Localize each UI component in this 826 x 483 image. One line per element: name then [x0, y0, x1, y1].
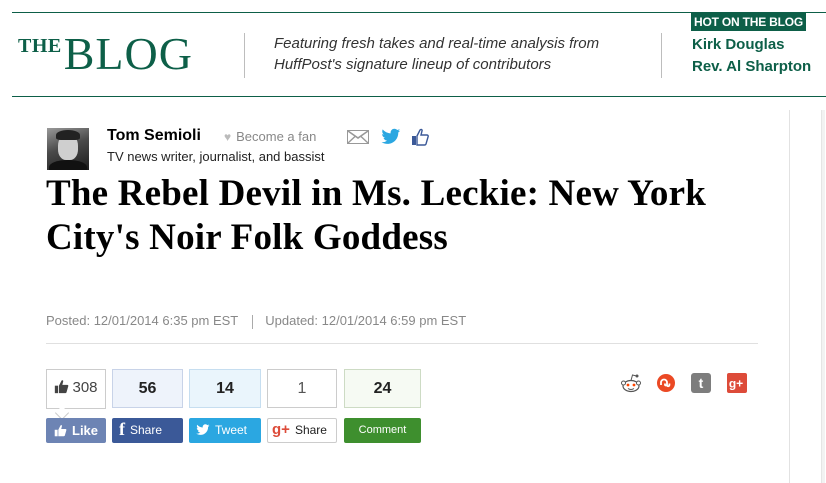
twitter-share-count: 14	[189, 369, 261, 408]
facebook-share-label: Share	[130, 423, 163, 437]
hot-link-al-sharpton[interactable]: Rev. Al Sharpton	[692, 58, 811, 75]
facebook-share-count: 56	[112, 369, 183, 408]
reddit-icon[interactable]	[620, 372, 642, 394]
gplus-share-count: 1	[267, 369, 337, 408]
become-fan-link[interactable]: ♥ Become a fan	[224, 129, 316, 144]
blog-logo[interactable]: THEBLOG	[18, 31, 193, 77]
gplus-share-button[interactable]: g+ Share	[267, 418, 337, 443]
logo-blog: BLOG	[63, 28, 193, 79]
like-count: 308	[46, 369, 106, 409]
comment-count: 24	[344, 369, 421, 408]
tumblr-icon[interactable]: t	[690, 372, 712, 394]
like-count-value: 308	[72, 379, 98, 396]
hot-label: HOT ON THE BLOG	[691, 13, 806, 31]
section-divider	[46, 343, 758, 344]
hot-link-kirk-douglas[interactable]: Kirk Douglas	[692, 36, 811, 53]
page-scrollbar[interactable]	[821, 110, 825, 483]
stumbleupon-icon[interactable]	[655, 372, 677, 394]
like-button[interactable]: Like	[46, 418, 106, 443]
google-plus-icon[interactable]: g+	[726, 372, 748, 394]
header-divider	[244, 33, 245, 78]
svg-text:t: t	[699, 375, 704, 391]
facebook-like-icon[interactable]	[411, 128, 429, 146]
author-bio: TV news writer, journalist, and bassist	[107, 149, 325, 164]
header-tagline: Featuring fresh takes and real-time anal…	[274, 35, 600, 73]
gplus-share-label: Share	[294, 423, 327, 437]
comment-button[interactable]: Comment	[344, 418, 421, 443]
tweet-button[interactable]: Tweet	[189, 418, 261, 443]
email-icon[interactable]	[347, 130, 369, 144]
facebook-share-button[interactable]: f Share	[112, 418, 183, 443]
like-button-label: Like	[72, 423, 99, 438]
posted-date: Posted: 12/01/2014 6:35 pm EST	[46, 313, 239, 328]
heart-icon: ♥	[224, 130, 232, 144]
blog-header: THEBLOG Featuring fresh takes and real-t…	[12, 12, 826, 97]
svg-text:g+: g+	[729, 377, 743, 391]
logo-the: THE	[18, 35, 62, 57]
twitter-icon[interactable]	[381, 128, 401, 146]
sidebar-divider	[789, 110, 790, 483]
tweet-button-label: Tweet	[215, 423, 248, 437]
author-avatar[interactable]	[47, 128, 89, 170]
google-plus-icon: g+	[272, 421, 290, 439]
facebook-icon: f	[119, 419, 125, 440]
hot-on-the-blog: HOT ON THE BLOG Kirk Douglas Rev. Al Sha…	[691, 13, 811, 75]
header-divider	[661, 33, 662, 78]
updated-date: Updated: 12/01/2014 6:59 pm EST	[265, 313, 467, 328]
article-dates: Posted: 12/01/2014 6:35 pm EST Updated: 1…	[46, 313, 466, 329]
twitter-icon	[196, 424, 210, 435]
article-title: The Rebel Devil in Ms. Leckie: New York …	[46, 173, 707, 258]
become-fan-label: Become a fan	[236, 129, 317, 144]
thumbs-up-icon	[55, 379, 69, 393]
author-name[interactable]: Tom Semioli	[107, 127, 201, 145]
thumbs-up-icon	[54, 425, 67, 437]
